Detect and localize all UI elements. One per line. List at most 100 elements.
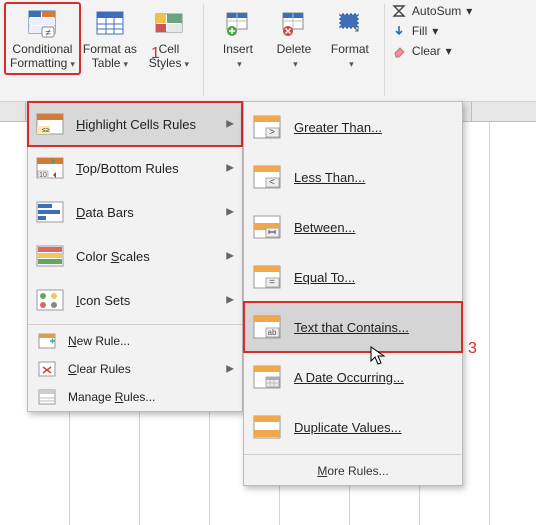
text-contains-icon: ab <box>252 314 282 340</box>
svg-text:<: < <box>269 177 275 188</box>
less-than-icon: < <box>252 164 282 190</box>
top-bottom-icon: 10 <box>36 156 64 180</box>
menu-label: Icon Sets <box>76 293 130 308</box>
menu-label: New Rule... <box>68 334 130 348</box>
clear-button[interactable]: Clear ▾ <box>391 44 452 58</box>
menu-item-icon-sets[interactable]: Icon Sets ▶ <box>28 278 242 322</box>
insert-label: Insert <box>223 42 253 56</box>
menu-item-more-rules[interactable]: More Rules... <box>244 457 462 485</box>
cond-fmt-label-2: Formatting <box>10 56 67 70</box>
autosum-button[interactable]: AutoSum ▾ <box>391 4 472 18</box>
menu-item-highlight-cells-rules[interactable]: ≤≥ Highlight Cells Rules ▶ <box>28 102 242 146</box>
chevron-down-icon: ▾ <box>466 4 472 18</box>
clear-label: Clear <box>412 44 441 58</box>
insert-cells-button[interactable]: Insert ▾ <box>210 4 266 73</box>
chevron-down-icon: ▾ <box>237 59 242 69</box>
menu-item-equal-to[interactable]: = Equal To... <box>244 252 462 302</box>
new-rule-icon <box>36 332 58 350</box>
menu-label: Manage Rules... <box>68 390 155 404</box>
chevron-right-icon: ▶ <box>226 295 234 306</box>
icon-sets-icon <box>36 288 64 312</box>
delete-cells-button[interactable]: Delete ▾ <box>266 4 322 73</box>
menu-item-text-that-contains[interactable]: ab Text that Contains... <box>244 302 462 352</box>
clear-rules-icon <box>36 360 58 378</box>
manage-rules-icon <box>36 388 58 406</box>
chevron-down-icon: ▾ <box>184 59 189 69</box>
menu-item-duplicate-values[interactable]: Duplicate Values... <box>244 402 462 452</box>
chevron-right-icon: ▶ <box>226 163 234 174</box>
fill-button[interactable]: Fill ▾ <box>391 24 438 38</box>
duplicate-values-icon <box>252 414 282 440</box>
colhdr-empty <box>0 102 26 121</box>
menu-label: Clear Rules <box>68 362 131 376</box>
cell-styles-label-1: Cell <box>159 42 180 56</box>
chevron-right-icon: ▶ <box>226 364 234 375</box>
format-as-table-button[interactable]: Format asTable▾ <box>79 4 141 73</box>
chevron-right-icon: ▶ <box>226 251 234 262</box>
conditional-formatting-button[interactable]: ≠ ConditionalFormatting▾ <box>6 4 79 73</box>
cell-styles-label-2: Styles <box>149 56 182 70</box>
delete-label: Delete <box>277 42 312 56</box>
menu-item-less-than[interactable]: < Less Than... <box>244 152 462 202</box>
delete-cells-icon <box>278 8 310 40</box>
between-icon <box>252 214 282 240</box>
menu-label: Greater Than... <box>294 120 382 135</box>
menu-label: Less Than... <box>294 170 365 185</box>
menu-item-greater-than[interactable]: > Greater Than... <box>244 102 462 152</box>
chevron-down-icon: ▾ <box>446 44 452 58</box>
chevron-down-icon: ▾ <box>123 59 128 69</box>
data-bars-icon <box>36 200 64 224</box>
menu-item-between[interactable]: Between... <box>244 202 462 252</box>
menu-item-color-scales[interactable]: Color Scales ▶ <box>28 234 242 278</box>
menu-label: Equal To... <box>294 270 355 285</box>
chevron-right-icon: ▶ <box>226 119 234 130</box>
menu-label: Between... <box>294 220 355 235</box>
chevron-down-icon: ▾ <box>293 59 298 69</box>
menu-label: Top/Bottom Rules <box>76 161 179 176</box>
chevron-right-icon: ▶ <box>226 207 234 218</box>
menu-label: A Date Occurring... <box>294 370 404 385</box>
date-occurring-icon <box>252 364 282 390</box>
chevron-down-icon: ▾ <box>70 59 75 69</box>
fmt-table-label-2: Table <box>92 56 121 70</box>
menu-item-top-bottom-rules[interactable]: 10 Top/Bottom Rules ▶ <box>28 146 242 190</box>
cond-fmt-label-1: Conditional <box>12 42 72 56</box>
cell-styles-button[interactable]: CellStyles▾ <box>141 4 197 73</box>
fmt-table-label-1: Format as <box>83 42 137 56</box>
chevron-down-icon: ▾ <box>432 24 438 38</box>
autosum-icon <box>391 4 407 18</box>
format-as-table-icon <box>94 8 126 40</box>
menu-label: Duplicate Values... <box>294 420 401 435</box>
fill-icon <box>391 24 407 38</box>
fill-label: Fill <box>412 24 427 38</box>
menu-item-new-rule[interactable]: New Rule... <box>28 327 242 355</box>
svg-text:>: > <box>269 127 275 138</box>
format-cells-button[interactable]: Format▾ <box>322 4 378 73</box>
svg-text:≤≥: ≤≥ <box>42 127 50 134</box>
clear-icon <box>391 44 407 58</box>
menu-item-date-occurring[interactable]: A Date Occurring... <box>244 352 462 402</box>
svg-text:ab: ab <box>268 328 277 337</box>
menu-item-manage-rules[interactable]: Manage Rules... <box>28 383 242 411</box>
greater-than-icon: > <box>252 114 282 140</box>
menu-label: Text that Contains... <box>294 320 409 335</box>
svg-text:≠: ≠ <box>46 28 52 39</box>
svg-text:=: = <box>269 277 275 288</box>
menu-label: Highlight Cells Rules <box>76 117 196 132</box>
svg-text:10: 10 <box>39 172 47 179</box>
colhdr[interactable] <box>472 102 536 121</box>
menu-label: Color Scales <box>76 249 150 264</box>
color-scales-icon <box>36 244 64 268</box>
highlight-cells-icon: ≤≥ <box>36 112 64 136</box>
format-label: Format <box>331 42 369 56</box>
conditional-formatting-icon: ≠ <box>26 8 58 40</box>
insert-cells-icon <box>222 8 254 40</box>
ribbon: ≠ ConditionalFormatting▾ Format asTable▾… <box>0 0 536 102</box>
conditional-formatting-menu: ≤≥ Highlight Cells Rules ▶ 10 Top/Bottom… <box>27 101 243 412</box>
menu-item-data-bars[interactable]: Data Bars ▶ <box>28 190 242 234</box>
format-cells-icon <box>334 8 366 40</box>
equal-to-icon: = <box>252 264 282 290</box>
menu-item-clear-rules[interactable]: Clear Rules ▶ <box>28 355 242 383</box>
autosum-label: AutoSum <box>412 4 461 18</box>
highlight-cells-submenu: > Greater Than... < Less Than... Between… <box>243 101 463 486</box>
